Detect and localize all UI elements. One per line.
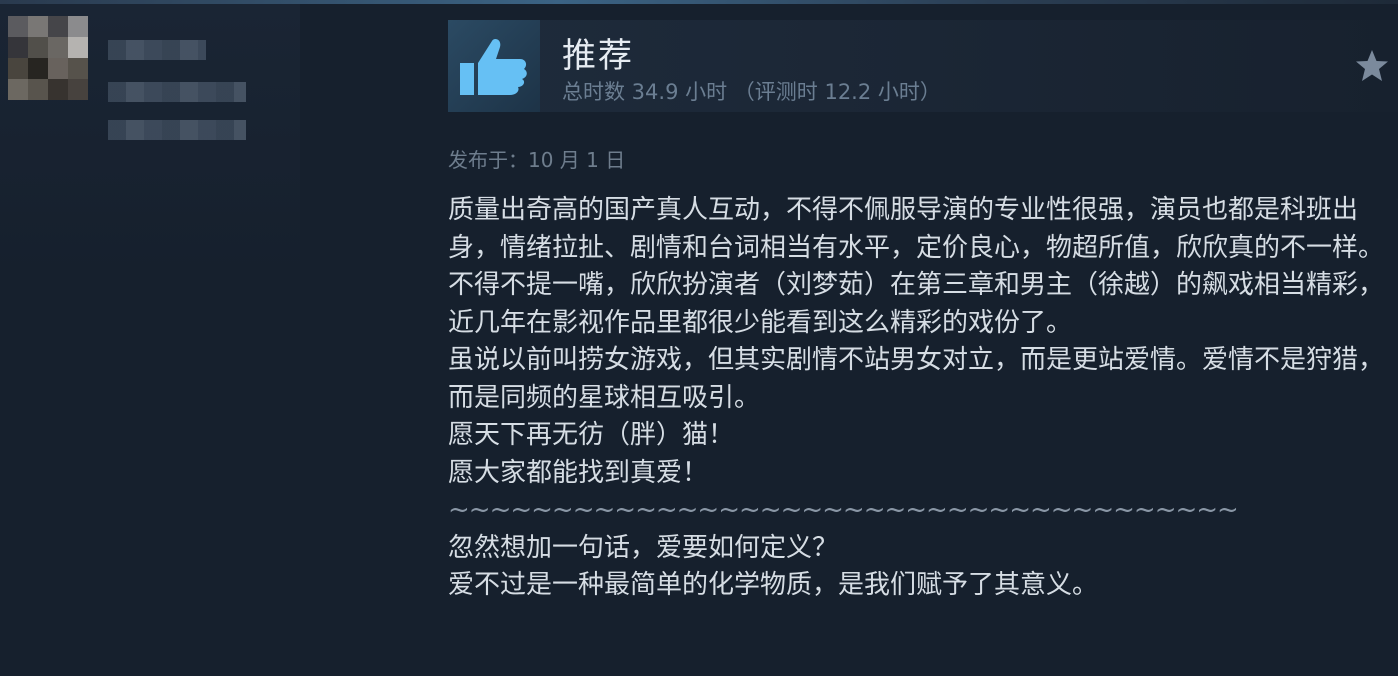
award-star-icon[interactable]	[1354, 48, 1390, 84]
avatar[interactable]	[8, 16, 88, 100]
blurred-products-owned	[108, 82, 246, 102]
review-verdict: 推荐	[562, 36, 634, 76]
review-divider: ~~~~~~~~~~~~~~~~~~~~~~~~~~~~~~~~~~~~~~	[448, 495, 1239, 525]
thumbs-up-icon	[448, 20, 540, 112]
review-content: 质量出奇高的国产真人互动，不得不佩服导演的专业性很强，演员也都是科班出身，情绪拉…	[448, 192, 1388, 605]
review-paragraph: 忽然想加一句话，爱要如何定义？	[448, 532, 839, 563]
review-paragraph: 愿大家都能找到真爱！	[448, 457, 709, 488]
review-paragraph: 质量出奇高的国产真人互动，不得不佩服导演的专业性很强，演员也都是科班出身，情绪拉…	[448, 195, 1385, 338]
posted-date: 发布于：10 月 1 日	[448, 148, 626, 172]
review-paragraph: 爱不过是一种最简单的化学物质，是我们赋予了其意义。	[448, 570, 1099, 600]
blurred-review-count	[108, 120, 246, 140]
review-header: 推荐 总时数 34.9 小时 （评测时 12.2 小时）	[448, 20, 1398, 112]
blurred-username[interactable]	[108, 40, 206, 60]
playtime-hours: 总时数 34.9 小时 （评测时 12.2 小时）	[562, 80, 941, 104]
review-paragraph: 虽说以前叫捞女游戏，但其实剧情不站男女对立，而是更站爱情。爱情不是狩猎，而是同频…	[448, 345, 1385, 413]
review-paragraph: 愿天下再无彷（胖）猫！	[448, 420, 735, 450]
reviewer-panel	[0, 4, 300, 676]
